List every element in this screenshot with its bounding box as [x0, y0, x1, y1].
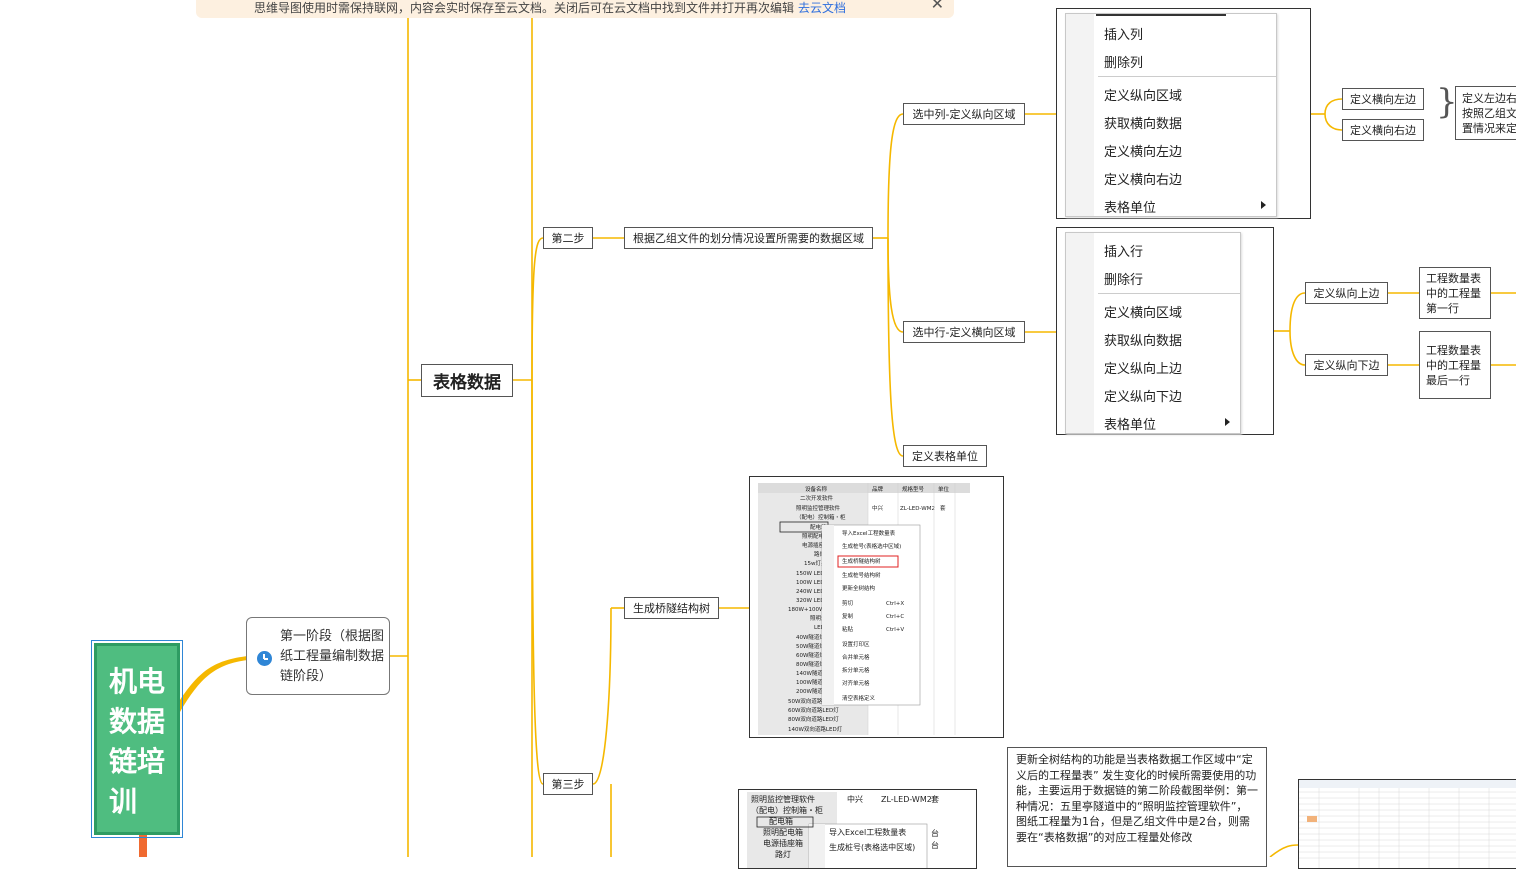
- ss2-row: 照明监控管理软件: [751, 794, 815, 804]
- ss1-row: 照明监控管理软件: [796, 504, 841, 512]
- ss1-menu-item: 更新全树结构: [842, 584, 876, 592]
- ss1-menu-item: 生成桩号(表格选中区域): [842, 542, 901, 550]
- ss2-unit-col: 台: [931, 828, 939, 838]
- row-menu-image: 插入行 删除行 定义横向区域 获取纵向数据 定义纵向上边 定义纵向下边 表格单位: [1056, 227, 1274, 435]
- menu-item-define-vertical-area[interactable]: 定义纵向区域: [1104, 85, 1182, 104]
- menu-item-get-horizontal-data[interactable]: 获取横向数据: [1104, 113, 1182, 132]
- spreadsheet-screenshot-2: 照明监控管理软件 （配电）控制箱・柜 配电箱 照明配电箱 电源插座箱 路灯 中兴…: [738, 789, 977, 869]
- banner-message: 思维导图使用时需保持联网，内容会实时保存至云文档。关闭后可在云文档中找到文件并打…: [254, 1, 847, 15]
- menu-item-table-unit[interactable]: 表格单位: [1104, 197, 1156, 216]
- central-topic-line: 数据: [109, 705, 166, 738]
- clock-icon: [257, 651, 272, 666]
- step2-node[interactable]: 第二步: [543, 227, 593, 249]
- submenu-arrow-icon: [1225, 418, 1230, 426]
- menu-item-define-horizontal-right[interactable]: 定义横向右边: [1104, 169, 1182, 188]
- horizontal-left-node[interactable]: 定义横向左边: [1342, 88, 1424, 110]
- ss2-brand-cell: 中兴: [847, 794, 863, 804]
- ss1-header-unit: 单位: [938, 485, 950, 493]
- ss1-header-brand: 品牌: [872, 485, 884, 493]
- ss1-header-model: 规格型号: [902, 485, 925, 493]
- close-icon[interactable]: ✕: [931, 0, 944, 12]
- menu-item-define-horizontal-left[interactable]: 定义横向左边: [1104, 141, 1182, 160]
- col-select-node[interactable]: 选中列-定义纵向区域: [903, 103, 1025, 125]
- ss1-menu-item: 对齐单元格: [842, 679, 870, 687]
- central-topic-line: 机电: [109, 665, 166, 698]
- spreadsheet-screenshot-3: [1298, 779, 1516, 869]
- ss1-menu-item: 粘贴: [842, 625, 854, 633]
- table-data-topic[interactable]: 表格数据: [421, 364, 513, 397]
- menu-item-delete-column[interactable]: 删除列: [1104, 52, 1143, 71]
- ss2-row: 路灯: [775, 849, 791, 859]
- spreadsheet-screenshot-1: 设备名称 品牌 规格型号 单位 二次开发软件 照明监控管理软件 （配电）控制箱・…: [749, 476, 1004, 738]
- ss1-row: 80W隧道灯: [796, 660, 825, 668]
- ss2-row: （配电）控制箱・柜: [751, 805, 823, 815]
- row-context-menu: 插入行 删除行 定义横向区域 获取纵向数据 定义纵向上边 定义纵向下边 表格单位: [1065, 232, 1241, 434]
- ss1-row: 60W双向道路LED灯: [788, 706, 839, 714]
- ss2-row: 电源插座箱: [763, 838, 803, 848]
- ss2-menu-item: 导入Excel工程数量表: [829, 827, 906, 837]
- menu-item-define-vertical-bottom[interactable]: 定义纵向下边: [1104, 386, 1182, 405]
- ss2-unit-cell: 套: [931, 794, 939, 804]
- ss1-row: 80W双向道路LED灯: [788, 715, 839, 723]
- ss1-shortcut: Ctrl+C: [886, 614, 904, 620]
- vertical-top-note-node[interactable]: 工程数量表中的工程量第一行: [1419, 267, 1491, 319]
- ss1-shortcut: Ctrl+X: [886, 601, 904, 607]
- stage1-label: 第一阶段（根据图纸工程量编制数据链阶段）: [280, 629, 385, 684]
- row-select-node[interactable]: 选中行-定义横向区域: [903, 321, 1025, 343]
- menu-item-delete-row[interactable]: 删除行: [1104, 269, 1143, 288]
- menu-item-define-horizontal-area[interactable]: 定义横向区域: [1104, 302, 1182, 321]
- ss1-menu-item: 生成桩号结构树: [842, 571, 881, 579]
- ss1-menu-item: 生成桥隧结构树: [842, 557, 881, 565]
- menu-item-get-vertical-data[interactable]: 获取纵向数据: [1104, 330, 1182, 349]
- ss1-menu-item: 导入Excel工程数量表: [842, 529, 896, 537]
- column-menu-image: 插入列 删除列 定义纵向区域 获取横向数据 定义横向左边 定义横向右边 表格单位: [1056, 8, 1311, 219]
- ss1-row: （配电）控制箱・柜: [796, 513, 846, 521]
- central-topic[interactable]: 机电 数据 链培 训: [91, 640, 183, 838]
- ss2-unit-col: 台: [931, 840, 939, 850]
- update-tree-note-node[interactable]: 更新全树结构的功能是当表格数据工作区域中“定义后的工程量表” 发生变化的时候所需…: [1007, 747, 1267, 867]
- cloud-save-banner: 思维导图使用时需保持联网，内容会实时保存至云文档。关闭后可在云文档中找到文件并打…: [196, 0, 954, 18]
- ss1-row: 140W双向道路LED灯: [788, 725, 843, 733]
- step2-desc-node[interactable]: 根据乙组文件的划分情况设置所需要的数据区域: [624, 227, 873, 249]
- central-topic-line: 链培: [109, 745, 166, 778]
- goto-cloud-docs-link[interactable]: 去云文档: [798, 1, 846, 15]
- stage1-node[interactable]: 第一阶段（根据图纸工程量编制数据链阶段）: [246, 617, 390, 695]
- ss1-menu-item: 合并单元格: [842, 653, 870, 661]
- menu-item-insert-row[interactable]: 插入行: [1104, 241, 1143, 260]
- ss1-row: 60W隧道灯: [796, 651, 825, 659]
- ss2-row: 配电箱: [769, 816, 793, 826]
- ss1-menu-item: 清空表格定义: [842, 694, 876, 702]
- ss1-unit-cell: 套: [940, 504, 946, 512]
- vertical-bottom-node[interactable]: 定义纵向下边: [1305, 354, 1388, 376]
- central-topic-line: 训: [109, 785, 138, 818]
- ss1-menu-item: 设置打印区: [842, 640, 870, 648]
- horizontal-right-node[interactable]: 定义横向右边: [1342, 119, 1424, 141]
- define-unit-node[interactable]: 定义表格单位: [903, 445, 987, 467]
- ss1-menu-item: 剪切: [842, 599, 854, 607]
- menu-item-define-vertical-top[interactable]: 定义纵向上边: [1104, 358, 1182, 377]
- ss1-row: 40W隧道灯: [796, 633, 825, 641]
- vertical-top-node[interactable]: 定义纵向上边: [1305, 282, 1388, 304]
- menu-item-table-unit[interactable]: 表格单位: [1104, 414, 1156, 433]
- ss2-model-cell: ZL-LED-WM2: [881, 795, 932, 804]
- column-context-menu: 插入列 删除列 定义纵向区域 获取横向数据 定义横向左边 定义横向右边 表格单位: [1065, 13, 1277, 217]
- ss1-brand-cell: 中兴: [872, 504, 884, 512]
- ss1-menu-item: 拆分单元格: [842, 666, 870, 674]
- vertical-bottom-note-node[interactable]: 工程数量表中的工程量最后一行: [1419, 331, 1491, 399]
- ss1-row: 50W隧道灯: [796, 642, 825, 650]
- menu-item-insert-column[interactable]: 插入列: [1104, 24, 1143, 43]
- bridge-tree-node[interactable]: 生成桥隧结构树: [624, 597, 719, 619]
- ss2-menu-item: 生成桩号(表格选中区域): [829, 842, 915, 852]
- submenu-arrow-icon: [1261, 201, 1266, 209]
- ss1-shortcut: Ctrl+V: [886, 627, 904, 633]
- ss1-model-cell: ZL-LED-WM2: [900, 506, 935, 512]
- horizontal-note-node[interactable]: 定义左边右按照乙组文置情况来定: [1455, 86, 1516, 140]
- ss1-row: 二次开发软件: [800, 494, 834, 502]
- ss1-menu-item: 复制: [842, 612, 854, 620]
- ss2-row: 照明配电箱: [763, 827, 803, 837]
- step3-node[interactable]: 第三步: [543, 773, 593, 795]
- ss1-header-name: 设备名称: [805, 485, 828, 493]
